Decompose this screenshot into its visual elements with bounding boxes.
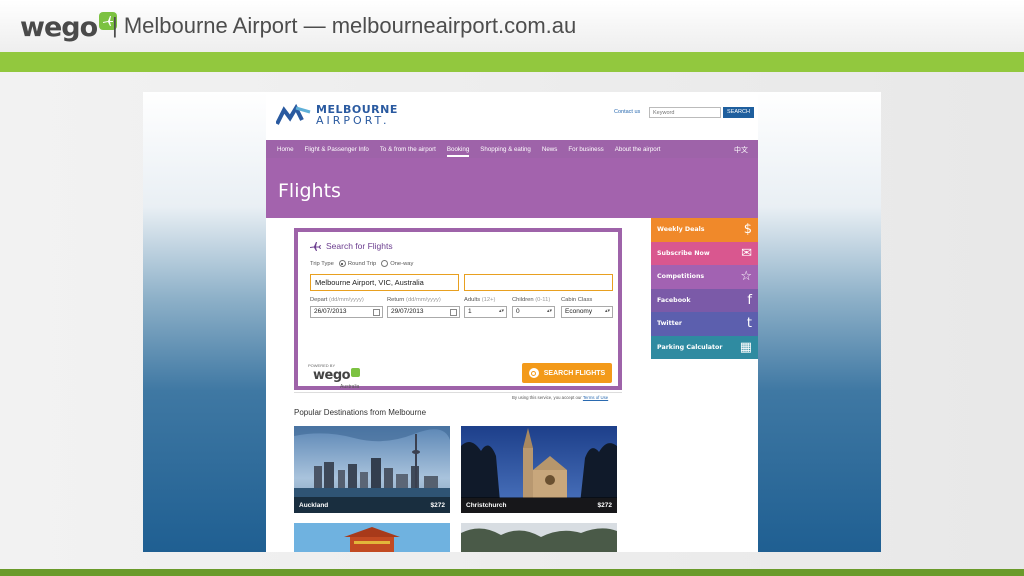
page-title: Flights <box>278 180 341 202</box>
wego-region: Australia <box>340 384 360 390</box>
wego-powered-logo[interactable]: wego <box>313 368 361 383</box>
page-hero: Flights <box>266 158 651 218</box>
trip-type-label: Trip Type <box>310 260 334 267</box>
weekly-deals-link[interactable]: Weekly Deals $ <box>651 218 758 242</box>
search-widget-title: Search for Flights <box>310 241 393 251</box>
divider <box>294 392 622 393</box>
from-field[interactable]: Melbourne Airport, VIC, Australia <box>310 274 459 291</box>
one-way-radio[interactable] <box>381 260 389 267</box>
cabin-class-select[interactable]: Economy ▴▾ <box>561 306 613 318</box>
destination-city: Auckland <box>299 501 329 509</box>
destination-card-auckland[interactable]: Auckland $272 <box>294 426 450 513</box>
stepper-icon: ▴▾ <box>498 308 504 314</box>
stepper-icon: ▴▾ <box>546 308 552 314</box>
melbourne-airport-logo[interactable]: MELBOURNE AIRPORT. <box>276 104 398 126</box>
nav-home[interactable]: Home <box>277 146 294 153</box>
logo-line-2: AIRPORT. <box>316 114 390 127</box>
one-way-label[interactable]: One-way <box>390 261 413 267</box>
twitter-link[interactable]: Twitter t <box>651 312 758 336</box>
destination-caption: Auckland $272 <box>294 497 450 513</box>
search-icon <box>528 368 539 378</box>
search-flights-button[interactable]: SEARCH FLIGHTS <box>522 363 612 383</box>
round-trip-radio[interactable] <box>338 260 346 267</box>
nav-for-business[interactable]: For business <box>568 146 603 153</box>
limestone-cliffs-image <box>461 523 617 552</box>
depart-label: Depart (dd/mm/yyyy) <box>310 297 364 303</box>
return-date-input[interactable]: 29/07/2013 <box>387 306 460 318</box>
wego-brand-text: wego <box>20 11 98 43</box>
return-label: Return (dd/mm/yyyy) <box>387 297 441 303</box>
popular-destinations-title: Popular Destinations from Melbourne <box>294 408 427 417</box>
wego-badge-icon <box>351 368 361 377</box>
contact-us-link[interactable]: Contact us <box>614 109 640 115</box>
header-accent-bar <box>0 52 1024 72</box>
nav-shopping[interactable]: Shopping & eating <box>480 146 531 153</box>
wego-logo: wego <box>20 10 118 44</box>
children-label: Children (0-11) <box>512 297 551 303</box>
destination-price: $272 <box>597 501 612 509</box>
nav-about[interactable]: About the airport <box>615 146 661 153</box>
flight-search-widget: Search for Flights Trip Type Round Trip … <box>294 228 622 390</box>
slide-title: | Melbourne Airport — melbourneairport.c… <box>112 13 577 38</box>
envelope-icon: ✉ <box>741 245 752 261</box>
nav-language-chinese[interactable]: 中文 <box>734 145 748 155</box>
nav-to-from-airport[interactable]: To & from the airport <box>380 146 436 153</box>
stepper-icon: ▴▾ <box>604 308 610 314</box>
facebook-icon: f <box>747 292 752 308</box>
competitions-link[interactable]: Competitions ☆ <box>651 265 758 289</box>
nav-booking[interactable]: Booking <box>446 146 470 157</box>
site-header: MELBOURNE AIRPORT. Contact us SEARCH <box>266 92 758 140</box>
destination-caption: Christchurch $272 <box>461 497 617 513</box>
hero-right-band <box>651 158 758 218</box>
cabin-class-label: Cabin Class <box>561 297 593 303</box>
facebook-link[interactable]: Facebook f <box>651 288 758 312</box>
depart-date-input[interactable]: 26/07/2013 <box>310 306 383 318</box>
parking-calculator-link[interactable]: Parking Calculator ▦ <box>651 335 758 359</box>
subscribe-now-link[interactable]: Subscribe Now ✉ <box>651 241 758 265</box>
adults-select[interactable]: 1 ▴▾ <box>464 306 507 318</box>
side-links: Weekly Deals $ Subscribe Now ✉ Competition… <box>651 218 758 359</box>
twitter-icon: t <box>746 316 752 332</box>
destination-card-partial-1[interactable] <box>294 523 450 552</box>
nav-flight-info[interactable]: Flight & Passenger Info <box>305 146 369 153</box>
pagoda-image <box>294 523 450 552</box>
plane-icon <box>310 241 321 251</box>
nav-news[interactable]: News <box>542 146 557 153</box>
destination-price: $272 <box>430 501 445 509</box>
keyword-search-input[interactable] <box>649 107 721 118</box>
adults-label: Adults (12+) <box>464 297 496 303</box>
destination-card-christchurch[interactable]: Christchurch $272 <box>461 426 617 513</box>
destination-card-partial-2[interactable] <box>461 523 617 552</box>
keyword-search-button[interactable]: SEARCH <box>723 107 754 118</box>
round-trip-label[interactable]: Round Trip <box>348 261 376 267</box>
terms-note: By using this service, you accept our Te… <box>512 395 609 400</box>
airport-logo-icon <box>276 104 311 125</box>
dollar-icon: $ <box>743 222 752 238</box>
calculator-icon: ▦ <box>739 339 752 355</box>
footer-accent-bar <box>0 569 1024 576</box>
terms-of-use-link[interactable]: Terms of Use <box>583 395 608 400</box>
slide-header: wego | Melbourne Airport — melbourneairp… <box>0 0 1024 52</box>
search-title-text: Search for Flights <box>326 241 393 251</box>
melbourne-airport-page: MELBOURNE AIRPORT. Contact us SEARCH Hom… <box>266 92 758 552</box>
main-nav: Home Flight & Passenger Info To & from t… <box>266 140 758 158</box>
website-screenshot: MELBOURNE AIRPORT. Contact us SEARCH Hom… <box>143 92 881 552</box>
to-field[interactable] <box>464 274 613 291</box>
destination-city: Christchurch <box>466 501 507 509</box>
calendar-icon[interactable] <box>450 309 457 316</box>
trip-type-row: Trip Type Round Trip One-way <box>310 260 413 267</box>
calendar-icon[interactable] <box>373 309 380 316</box>
star-icon: ☆ <box>740 269 752 285</box>
children-select[interactable]: 0 ▴▾ <box>512 306 555 318</box>
